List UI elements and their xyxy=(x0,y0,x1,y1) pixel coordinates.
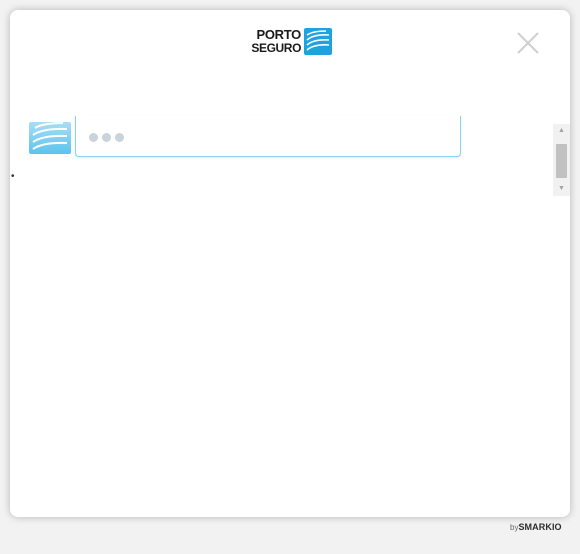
logo-line2: SEGURO xyxy=(251,41,301,55)
chat-messages: • ▲ ▼ xyxy=(10,116,570,202)
close-icon[interactable] xyxy=(515,30,541,56)
typing-dot xyxy=(89,133,98,142)
bot-avatar-icon xyxy=(29,122,71,154)
message-bubble xyxy=(75,116,461,157)
chat-modal: PORTO SEGURO • ▲ ▼ xyxy=(10,10,570,517)
chat-scrollbar[interactable]: ▲ ▼ xyxy=(553,124,570,196)
smarkio-brand: SMARKIO xyxy=(518,522,562,532)
porto-seguro-logo: PORTO SEGURO xyxy=(249,28,333,56)
typing-dot xyxy=(115,133,124,142)
scroll-thumb[interactable] xyxy=(556,144,567,178)
powered-by-label: by xyxy=(510,523,519,532)
scroll-down-arrow-icon[interactable]: ▼ xyxy=(553,182,570,196)
logo-wordmark: PORTO SEGURO xyxy=(249,27,302,55)
powered-by-smarkio[interactable]: by SMARKIO xyxy=(510,522,572,534)
scroll-up-arrow-icon[interactable]: ▲ xyxy=(553,124,570,138)
logo-line1: PORTO xyxy=(256,27,302,42)
list-bullet: • xyxy=(11,171,15,182)
typing-dot xyxy=(102,133,111,142)
logo-mark-icon xyxy=(304,28,332,55)
typing-indicator xyxy=(89,133,124,143)
